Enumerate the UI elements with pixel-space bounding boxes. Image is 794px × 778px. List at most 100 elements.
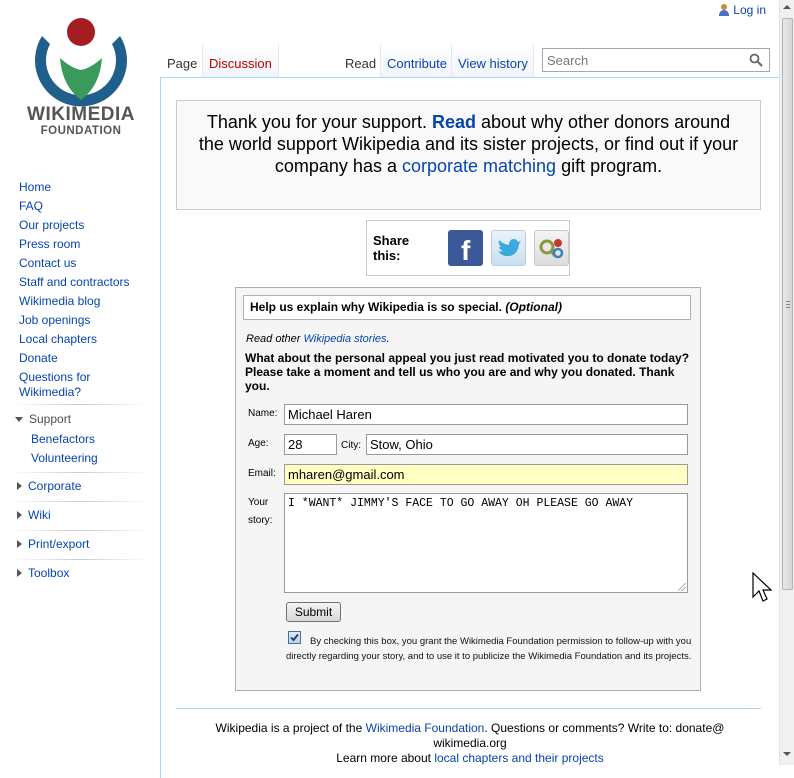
portal-print[interactable]: Print/export — [14, 537, 89, 551]
sidebar-item-press-room[interactable]: Press room — [19, 237, 130, 256]
consent-text: By checking this box, you grant the Wiki… — [286, 636, 692, 662]
resize-handle-icon[interactable] — [678, 583, 686, 591]
portal-corporate-label[interactable]: Corporate — [28, 479, 81, 493]
sidebar-item-label[interactable]: Our projects — [19, 218, 84, 232]
local-chapters-link[interactable]: local chapters and their projects — [434, 751, 603, 765]
sidebar-item-home[interactable]: Home — [19, 180, 130, 199]
sidebar-item-label[interactable]: Contact us — [19, 256, 76, 270]
scroll-grip-icon — [786, 301, 790, 309]
tab-contribute-label[interactable]: Contribute — [387, 56, 447, 71]
sidebar-item-contact-us[interactable]: Contact us — [19, 256, 130, 275]
login-link[interactable]: Log in — [733, 3, 766, 17]
wikipedia-stories-link[interactable]: Wikipedia stories — [303, 333, 386, 345]
sidebar-item-label[interactable]: FAQ — [19, 199, 43, 213]
personal-tools: Log in — [719, 3, 766, 17]
sidebar-item-faq[interactable]: FAQ — [19, 199, 130, 218]
chevron-right-icon — [17, 540, 22, 548]
footer-text: Learn more about — [336, 751, 435, 765]
form-heading-text: Help us explain why Wikipedia is so spec… — [250, 300, 506, 314]
sidebar-item-label[interactable]: Press room — [19, 237, 80, 251]
read-other-suffix: . — [386, 333, 390, 345]
age-label: Age: — [248, 438, 269, 449]
identica-icon[interactable] — [534, 230, 569, 266]
mouse-cursor-icon — [752, 572, 772, 602]
tab-contribute[interactable]: Contribute — [381, 44, 452, 78]
story-label: Your story: — [248, 497, 273, 526]
sidebar-item-label[interactable]: Benefactors — [31, 432, 95, 446]
sidebar-item-volunteering[interactable]: Volunteering — [31, 451, 98, 470]
thanks-text: gift program. — [556, 156, 663, 176]
twitter-icon[interactable] — [491, 230, 527, 266]
left-panel: WIKIMEDIA FOUNDATION Home FAQ Our projec… — [0, 0, 160, 765]
footer: Wikipedia is a project of the Wikimedia … — [190, 721, 750, 766]
story-text: I *WANT* JIMMY'S FACE TO GO AWAY OH PLEA… — [288, 497, 634, 510]
read-other-stories: Read other Wikipedia stories. — [246, 333, 390, 345]
portal-divider — [10, 501, 150, 502]
read-other-prefix: Read other — [246, 333, 304, 345]
sidebar-item-label[interactable]: Local chapters — [19, 332, 97, 346]
submit-button[interactable]: Submit — [286, 602, 341, 622]
search-box — [542, 48, 770, 72]
name-field[interactable]: Michael Haren — [284, 404, 688, 425]
tab-page[interactable]: Page — [161, 44, 203, 78]
sidebar-item-label[interactable]: Donate — [19, 351, 58, 365]
tab-view-history[interactable]: View history — [452, 44, 534, 78]
name-label: Name: — [248, 408, 278, 419]
read-link[interactable]: Read — [432, 112, 476, 132]
portal-divider — [10, 472, 150, 473]
sidebar-item-job-openings[interactable]: Job openings — [19, 313, 130, 332]
portal-toolbox[interactable]: Toolbox — [14, 566, 69, 580]
portal-toolbox-label[interactable]: Toolbox — [28, 566, 69, 580]
sidebar-item-label[interactable]: Home — [19, 180, 51, 194]
portal-divider — [10, 404, 150, 405]
corporate-matching-link[interactable]: corporate matching — [402, 156, 556, 176]
tab-discussion[interactable]: Discussion — [203, 44, 279, 78]
sidebar-item-benefactors[interactable]: Benefactors — [31, 432, 98, 451]
portal-support-label[interactable]: Support — [29, 412, 71, 426]
thanks-text: Thank you for your support. — [206, 112, 432, 132]
scrollbar[interactable] — [779, 0, 794, 765]
logo-wordmark: WIKIMEDIA — [27, 104, 135, 125]
search-input[interactable] — [543, 49, 739, 71]
sidebar-item-label[interactable]: Volunteering — [31, 451, 98, 465]
sidebar-item-questions[interactable]: Questions for Wikimedia? — [19, 370, 129, 404]
story-textarea[interactable]: I *WANT* JIMMY'S FACE TO GO AWAY OH PLEA… — [284, 493, 688, 593]
sidebar-item-our-projects[interactable]: Our projects — [19, 218, 130, 237]
scrollbar-thumb[interactable] — [782, 18, 793, 590]
form-heading-optional: (Optional) — [505, 300, 562, 314]
portal-corporate[interactable]: Corporate — [14, 479, 81, 493]
sidebar-item-label[interactable]: Job openings — [19, 313, 90, 327]
sidebar-item-label[interactable]: Staff and contractors — [19, 275, 130, 289]
scroll-down-arrow-icon[interactable] — [783, 752, 791, 756]
sidebar-item-label[interactable]: Questions for Wikimedia? — [19, 370, 90, 399]
footer-divider — [176, 708, 761, 709]
user-icon — [719, 4, 730, 16]
tab-view-history-label[interactable]: View history — [458, 56, 528, 71]
portal-wiki[interactable]: Wiki — [14, 508, 51, 522]
sidebar-item-local-chapters[interactable]: Local chapters — [19, 332, 130, 351]
form-heading: Help us explain why Wikipedia is so spec… — [243, 295, 691, 320]
sidebar-item-blog[interactable]: Wikimedia blog — [19, 294, 130, 313]
portal-wiki-label[interactable]: Wiki — [28, 508, 51, 522]
sidebar-item-donate[interactable]: Donate — [19, 351, 130, 370]
scroll-up-arrow-icon[interactable] — [783, 5, 791, 9]
facebook-icon[interactable]: f — [448, 230, 484, 266]
tab-discussion-label[interactable]: Discussion — [209, 56, 272, 71]
tab-read[interactable]: Read — [339, 44, 381, 78]
city-field[interactable]: Stow, Ohio — [366, 434, 688, 455]
sidebar-item-staff[interactable]: Staff and contractors — [19, 275, 130, 294]
city-label: City: — [341, 440, 361, 451]
wikimedia-foundation-link[interactable]: Wikimedia Foundation — [366, 721, 485, 735]
chevron-down-icon — [15, 416, 23, 422]
email-field[interactable]: mharen@gmail.com — [284, 464, 688, 485]
sidebar-item-label[interactable]: Wikimedia blog — [19, 294, 100, 308]
age-field[interactable]: 28 — [284, 434, 337, 455]
tab-page-label[interactable]: Page — [167, 56, 197, 71]
portal-print-label[interactable]: Print/export — [28, 537, 89, 551]
tab-read-label[interactable]: Read — [345, 56, 376, 71]
logo-subtitle: FOUNDATION — [40, 125, 122, 137]
footer-text: Wikipedia is a project of the — [215, 721, 366, 735]
wikimedia-logo[interactable]: WIKIMEDIA FOUNDATION — [16, 12, 146, 142]
portal-support[interactable]: Support — [14, 412, 71, 426]
search-icon[interactable] — [749, 53, 763, 67]
